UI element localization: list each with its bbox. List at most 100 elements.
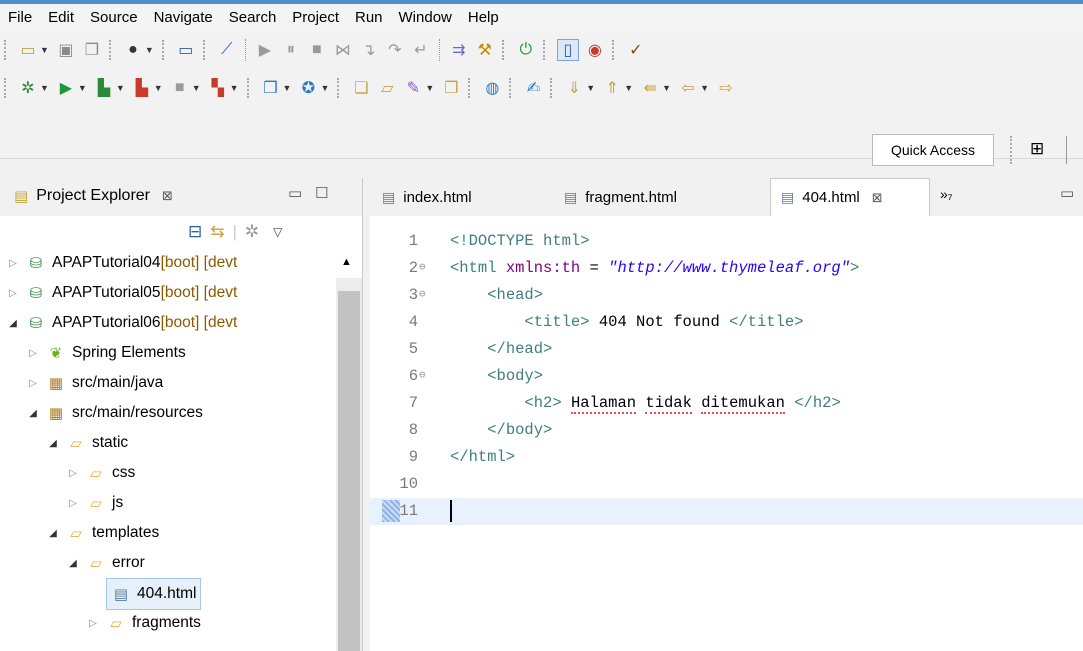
run-icon[interactable]: ▶ (56, 78, 76, 98)
skip-breakpoints-icon[interactable]: ⟋ (217, 40, 237, 60)
new-class-icon[interactable]: ✪ (298, 78, 318, 98)
tab-overflow-button[interactable]: »₇ (940, 186, 953, 202)
expand-icon[interactable]: ▷ (6, 288, 20, 299)
tree-item[interactable]: ◢ ▦ src/main/resources (26, 398, 203, 428)
disconnect-icon[interactable]: ⋈ (333, 40, 353, 60)
account-dropdown-icon[interactable]: ▼ (145, 45, 154, 55)
tree-item[interactable]: ◢ ▱ static (46, 428, 128, 458)
view-menu-icon[interactable]: ▽ (273, 225, 282, 239)
next-annotation-dropdown-icon[interactable]: ▼ (586, 83, 595, 93)
spelling-icon[interactable]: ✓ (626, 40, 646, 60)
expand-icon[interactable]: ▷ (6, 258, 20, 269)
resume-icon[interactable]: ▶ (255, 40, 275, 60)
step-over-icon[interactable]: ↷ (385, 40, 405, 60)
toolbar-grip[interactable] (4, 40, 9, 60)
toolbar-grip[interactable] (468, 78, 473, 98)
menu-source[interactable]: Source (82, 4, 146, 32)
previous-annotation-dropdown-icon[interactable]: ▼ (624, 83, 633, 93)
tree-item-selected[interactable]: ▤ 404.html (106, 578, 202, 610)
menu-file[interactable]: File (0, 4, 40, 32)
menu-project[interactable]: Project (284, 4, 347, 32)
globe-icon[interactable]: ◍ (482, 78, 502, 98)
new-dropdown-icon[interactable]: ▼ (40, 45, 49, 55)
external-tools-dropdown-icon[interactable]: ▼ (154, 83, 163, 93)
toggle-block-selection-icon[interactable]: ▯ (556, 39, 579, 61)
tab-index-html[interactable]: ▤ index.html (372, 178, 542, 216)
scroll-up-icon[interactable]: ▲ (341, 256, 352, 268)
search-icon[interactable]: ✎ (403, 78, 423, 98)
last-edit-dropdown-icon[interactable]: ▼ (662, 83, 671, 93)
fold-icon[interactable]: ⊖ (419, 282, 426, 309)
toggle-mark-icon[interactable]: ⚒ (475, 40, 495, 60)
minimize-icon[interactable]: ▭ (288, 184, 302, 202)
save-icon[interactable]: ▣ (56, 40, 76, 60)
toolbar-grip[interactable] (108, 40, 114, 60)
fold-icon[interactable]: ⊖ (419, 363, 426, 390)
use-step-filters-icon[interactable]: ⇉ (449, 40, 469, 60)
new-project-icon[interactable]: ❒ (261, 78, 281, 98)
tree-item[interactable]: ▷ ▦ src/main/java (26, 368, 163, 398)
account-icon[interactable]: ● (123, 40, 143, 60)
open-folder-icon[interactable]: ❐ (441, 78, 461, 98)
tab-fragment-html[interactable]: ▤ fragment.html (554, 178, 754, 216)
tree-item[interactable]: ▷ ▱ js (66, 488, 123, 518)
open-type-icon[interactable]: ❏ (351, 78, 371, 98)
link-with-editor-icon[interactable]: ⇆ (210, 222, 224, 242)
expand-icon[interactable]: ▷ (26, 378, 40, 389)
tree-item[interactable]: ▷ ⛁ APAPTutorial04 [boot] [devt (6, 248, 237, 278)
toolbar-grip[interactable] (542, 40, 548, 60)
close-icon[interactable]: ⊠ (872, 190, 883, 206)
tree-item[interactable]: ▷ ▱ fragments (86, 608, 201, 638)
menu-edit[interactable]: Edit (40, 4, 82, 32)
run-dropdown-icon[interactable]: ▼ (78, 83, 87, 93)
expand-icon[interactable]: ▷ (66, 468, 80, 479)
collapse-icon[interactable]: ◢ (66, 558, 80, 569)
toolbar-grip[interactable] (337, 78, 342, 98)
previous-annotation-icon[interactable]: ⇑ (602, 78, 622, 98)
toolbar-grip[interactable] (4, 78, 9, 98)
toolbar-grip[interactable] (246, 78, 252, 98)
back-dropdown-icon[interactable]: ▼ (700, 83, 709, 93)
minimize-icon[interactable]: ▭ (1060, 184, 1074, 202)
debug-icon[interactable]: ✲ (18, 78, 38, 98)
new-project-dropdown-icon[interactable]: ▼ (283, 83, 292, 93)
step-return-icon[interactable]: ↵ (411, 40, 431, 60)
maximize-icon[interactable]: ☐ (315, 184, 328, 202)
coverage-icon[interactable]: ▙ (94, 78, 114, 98)
menu-help[interactable]: Help (460, 4, 507, 32)
stop-server-dropdown-icon[interactable]: ▼ (192, 83, 201, 93)
collapse-icon[interactable]: ◢ (26, 408, 40, 419)
open-task-icon[interactable]: ▱ (377, 78, 397, 98)
relaunch-dropdown-icon[interactable]: ▼ (230, 83, 239, 93)
collapse-icon[interactable]: ◢ (46, 438, 60, 449)
last-edit-icon[interactable]: ⇚ (640, 78, 660, 98)
menu-window[interactable]: Window (391, 4, 460, 32)
tree-item[interactable]: ◢ ⛁ APAPTutorial06 [boot] [devt (6, 308, 237, 338)
expand-icon[interactable]: ▷ (66, 498, 80, 509)
external-tools-icon[interactable]: ▙ (132, 78, 152, 98)
collapse-icon[interactable]: ◢ (46, 528, 60, 539)
suspend-icon[interactable]: ⏸ (281, 40, 301, 60)
collapse-icon[interactable]: ◢ (6, 318, 20, 329)
open-perspective-icon[interactable]: ⊞ (1030, 139, 1050, 159)
new-class-dropdown-icon[interactable]: ▼ (320, 83, 329, 93)
new-icon[interactable]: ▭ (18, 40, 38, 60)
toolbar-grip[interactable] (501, 40, 507, 60)
scrollbar-thumb[interactable] (338, 291, 360, 651)
terminal-icon[interactable]: ▭ (176, 40, 196, 60)
save-all-icon[interactable]: ❐ (82, 40, 102, 60)
terminate-icon[interactable]: ■ (307, 40, 327, 60)
spring-boot-icon[interactable]: ⏻ (516, 40, 536, 60)
back-icon[interactable]: ⇦ (678, 78, 698, 98)
web-browser-icon[interactable]: ◉ (585, 40, 605, 60)
search-dropdown-icon[interactable]: ▼ (425, 83, 434, 93)
tree-item[interactable]: ▷ ❦ Spring Elements (26, 338, 186, 368)
menu-run[interactable]: Run (347, 4, 391, 32)
debug-dropdown-icon[interactable]: ▼ (40, 83, 49, 93)
menu-search[interactable]: Search (221, 4, 285, 32)
next-annotation-icon[interactable]: ⇓ (564, 78, 584, 98)
tree-item[interactable]: ◢ ▱ templates (46, 518, 159, 548)
collapse-all-icon[interactable]: ⊟ (188, 222, 202, 242)
step-into-icon[interactable]: ↴ (359, 40, 379, 60)
expand-icon[interactable]: ▷ (26, 348, 40, 359)
